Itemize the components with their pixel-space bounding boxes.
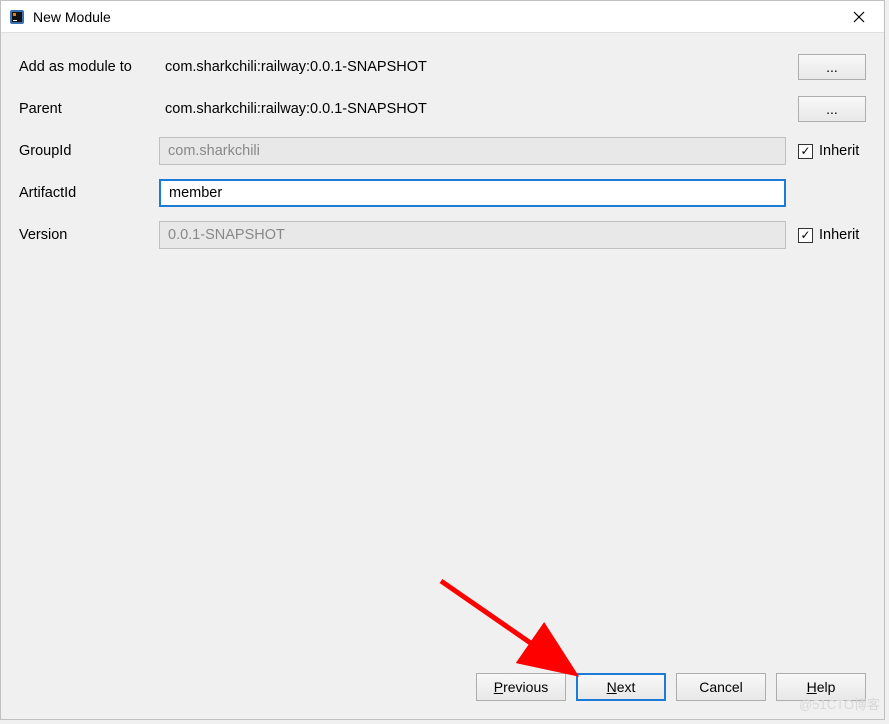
group-id-row: GroupId ✓ Inherit xyxy=(19,137,866,165)
parent-browse-button[interactable]: ... xyxy=(798,96,866,122)
parent-value: com.sharkchili:railway:0.0.1-SNAPSHOT xyxy=(159,101,786,117)
cancel-button[interactable]: Cancel xyxy=(676,673,766,701)
version-label: Version xyxy=(19,227,159,243)
add-as-module-label: Add as module to xyxy=(19,59,159,75)
dialog-title: New Module xyxy=(33,9,838,25)
help-button[interactable]: Help xyxy=(776,673,866,701)
next-button[interactable]: Next xyxy=(576,673,666,701)
artifact-id-row: ArtifactId xyxy=(19,179,866,207)
parent-row: Parent com.sharkchili:railway:0.0.1-SNAP… xyxy=(19,95,866,123)
group-id-input xyxy=(159,137,786,165)
button-bar: Previous Next Cancel Help xyxy=(1,661,884,719)
close-button[interactable] xyxy=(838,2,880,32)
add-as-module-row: Add as module to com.sharkchili:railway:… xyxy=(19,53,866,81)
parent-label: Parent xyxy=(19,101,159,117)
checkbox-icon: ✓ xyxy=(798,144,813,159)
inherit-label: Inherit xyxy=(819,143,859,159)
group-id-label: GroupId xyxy=(19,143,159,159)
group-id-inherit-checkbox[interactable]: ✓ Inherit xyxy=(798,143,866,159)
checkbox-icon: ✓ xyxy=(798,228,813,243)
previous-button[interactable]: Previous xyxy=(476,673,566,701)
artifact-id-input[interactable] xyxy=(159,179,786,207)
add-as-module-browse-button[interactable]: ... xyxy=(798,54,866,80)
dialog-content: Add as module to com.sharkchili:railway:… xyxy=(1,33,884,661)
add-as-module-value: com.sharkchili:railway:0.0.1-SNAPSHOT xyxy=(159,59,786,75)
title-bar: New Module xyxy=(1,1,884,33)
new-module-dialog: New Module Add as module to com.sharkchi… xyxy=(0,0,885,720)
artifact-id-label: ArtifactId xyxy=(19,185,159,201)
app-icon xyxy=(9,9,25,25)
version-inherit-checkbox[interactable]: ✓ Inherit xyxy=(798,227,866,243)
version-row: Version ✓ Inherit xyxy=(19,221,866,249)
inherit-label: Inherit xyxy=(819,227,859,243)
version-input xyxy=(159,221,786,249)
